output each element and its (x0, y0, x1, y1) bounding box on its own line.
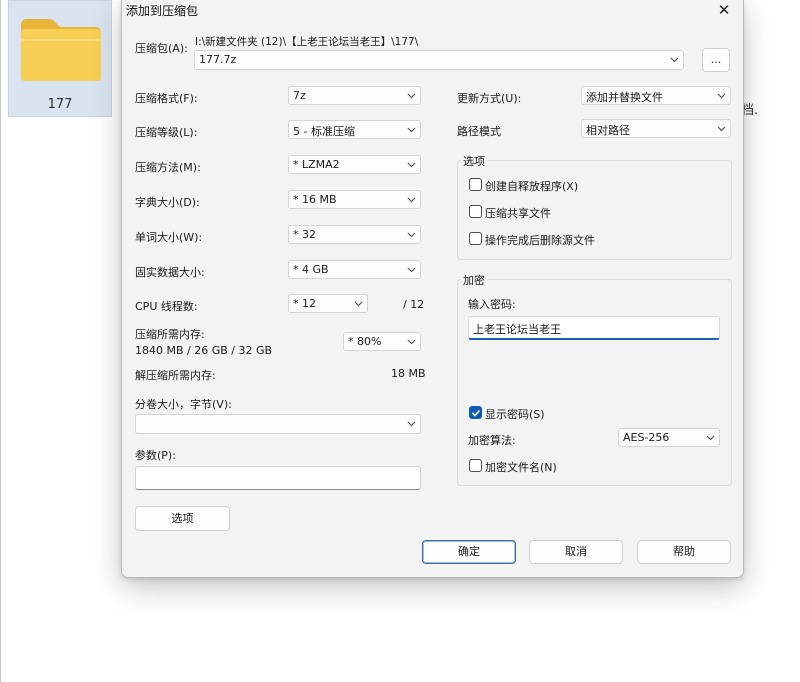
parameters-label: 参数(P): (135, 449, 176, 462)
archive-name-value: 177.7z (199, 53, 237, 66)
solid-block-value: * 4 GB (293, 263, 329, 276)
close-icon: ✕ (717, 1, 731, 19)
chevron-down-icon (670, 57, 679, 63)
options-group-title: 选项 (461, 153, 487, 169)
shared-files-checkbox[interactable] (469, 205, 482, 218)
archive-name-combo[interactable]: 177.7z (194, 50, 684, 70)
folder-name: 177 (47, 97, 73, 112)
sfx-checkbox[interactable] (469, 178, 482, 191)
ok-button[interactable]: 确定 (422, 540, 516, 564)
volume-size-combo[interactable] (135, 414, 421, 434)
chevron-down-icon (407, 267, 416, 273)
level-combo[interactable]: 5 - 标准压缩 (288, 120, 421, 139)
memory-percent-value: * 80% (348, 335, 382, 348)
format-combo[interactable]: 7z (288, 86, 421, 105)
memory-detail: 1840 MB / 26 GB / 32 GB (135, 344, 273, 357)
method-value: * LZMA2 (293, 158, 340, 171)
memory-percent-combo[interactable]: * 80% (343, 332, 421, 351)
browse-button[interactable]: ... (702, 48, 730, 72)
encrypt-names-checkbox[interactable] (469, 459, 482, 472)
update-mode-value: 添加并替换文件 (586, 91, 663, 104)
dictionary-combo[interactable]: * 16 MB (288, 190, 421, 209)
delete-after-label: 操作完成后删除源文件 (485, 234, 595, 247)
options-button[interactable]: 选项 (135, 506, 230, 531)
solid-block-label: 固实数据大小: (135, 266, 205, 279)
password-value: 上老王论坛当老王 (473, 323, 561, 336)
dialog-title: 添加到压缩包 (126, 4, 199, 18)
update-mode-combo[interactable]: 添加并替换文件 (581, 86, 731, 105)
path-mode-combo[interactable]: 相对路径 (581, 119, 731, 138)
chevron-down-icon (706, 435, 715, 441)
method-label: 压缩方法(M): (135, 161, 201, 174)
checkmark-icon (471, 409, 481, 417)
decompress-memory-label: 解压缩所需内存: (135, 369, 216, 382)
encrypt-names-label: 加密文件名(N) (485, 461, 557, 474)
password-input[interactable]: 上老王论坛当老王 (468, 316, 720, 340)
path-mode-value: 相对路径 (586, 124, 630, 137)
level-label: 压缩等级(L): (135, 126, 198, 139)
encryption-method-label: 加密算法: (468, 434, 516, 447)
cancel-button[interactable]: 取消 (529, 540, 623, 564)
format-label: 压缩格式(F): (135, 92, 198, 105)
chevron-down-icon (407, 232, 416, 238)
threads-label: CPU 线程数: (135, 300, 198, 313)
decompress-memory-value: 18 MB (391, 367, 426, 380)
chevron-down-icon (407, 197, 416, 203)
threads-value: * 12 (293, 297, 316, 310)
dictionary-value: * 16 MB (293, 193, 337, 206)
threads-combo[interactable]: * 12 (288, 294, 368, 313)
sfx-label: 创建自释放程序(X) (485, 180, 579, 193)
word-size-value: * 32 (293, 228, 316, 241)
dictionary-label: 字典大小(D): (135, 196, 200, 209)
archive-path: I:\新建文件夹 (12)\【上老王论坛当老王】\177\ (195, 36, 419, 48)
close-button[interactable]: ✕ (711, 0, 737, 20)
word-size-label: 单词大小(W): (135, 231, 203, 244)
memory-label: 压缩所需内存: (135, 328, 205, 341)
word-size-combo[interactable]: * 32 (288, 225, 421, 244)
chevron-down-icon (407, 162, 416, 168)
level-value: 5 - 标准压缩 (293, 125, 355, 138)
threads-total: / 12 (403, 298, 425, 311)
desktop-folder[interactable]: 177 (8, 0, 112, 117)
delete-after-checkbox[interactable] (469, 232, 482, 245)
format-value: 7z (293, 89, 306, 102)
encryption-group-title: 加密 (461, 272, 487, 288)
desktop-edge (0, 0, 1, 682)
show-password-checkbox[interactable] (469, 406, 482, 419)
solid-block-combo[interactable]: * 4 GB (288, 260, 421, 279)
add-to-archive-dialog: 添加到压缩包 ✕ 压缩包(A): I:\新建文件夹 (12)\【上老王论坛当老王… (121, 0, 744, 578)
encryption-method-value: AES-256 (623, 431, 670, 444)
encryption-method-combo[interactable]: AES-256 (618, 428, 720, 447)
chevron-down-icon (407, 93, 416, 99)
chevron-down-icon (407, 421, 416, 427)
update-mode-label: 更新方式(U): (457, 92, 522, 105)
volume-size-label: 分卷大小，字节(V): (135, 398, 232, 411)
archive-label: 压缩包(A): (135, 42, 188, 55)
parameters-input[interactable] (135, 466, 421, 490)
path-mode-label: 路径模式 (457, 125, 501, 138)
chevron-down-icon (717, 126, 726, 132)
folder-icon (21, 19, 101, 81)
help-button[interactable]: 帮助 (637, 540, 731, 564)
show-password-label: 显示密码(S) (485, 408, 545, 421)
method-combo[interactable]: * LZMA2 (288, 155, 421, 174)
shared-files-label: 压缩共享文件 (485, 207, 551, 220)
chevron-down-icon (354, 301, 363, 307)
password-label: 输入密码: (468, 298, 516, 311)
chevron-down-icon (407, 339, 416, 345)
chevron-down-icon (407, 127, 416, 133)
chevron-down-icon (717, 93, 726, 99)
